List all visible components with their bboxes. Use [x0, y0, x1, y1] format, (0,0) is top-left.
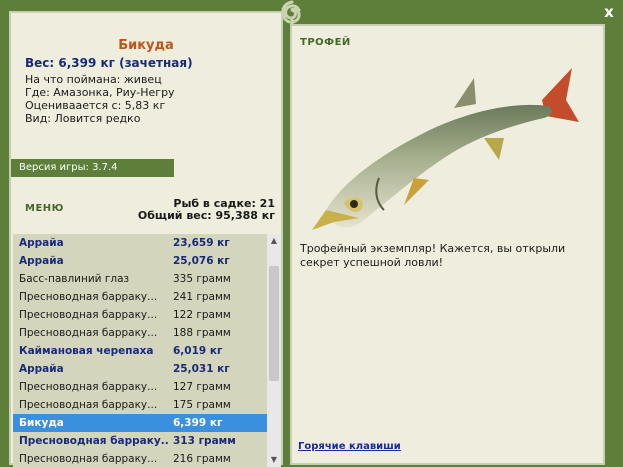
list-item-weight: 23,659 кг — [173, 237, 230, 249]
list-item-weight: 188 грамм — [173, 327, 231, 339]
list-item-name: Пресноводная барраку... — [19, 453, 158, 465]
list-item-weight: 241 грамм — [173, 291, 231, 303]
list-item-weight: 6,399 кг — [173, 417, 223, 429]
list-item[interactable]: Аррайа 25,076 кг — [13, 252, 267, 270]
list-item[interactable]: Аррайа 23,659 кг — [13, 234, 267, 252]
list-item-name: Аррайа — [19, 363, 64, 375]
trophy-description: Трофейный экземпляр! Кажется, вы открыли… — [300, 242, 566, 269]
list-item[interactable]: Пресноводная барраку... 313 грамм — [13, 432, 267, 450]
arrow-up-icon[interactable]: ▲ — [267, 234, 281, 248]
catch-list-scrollbar[interactable]: ▲ ▼ — [267, 234, 281, 467]
trophy-panel: ТРОФЕЙ Трофейный экземпляр! Кажется, вы … — [290, 24, 605, 465]
catch-list[interactable]: Аррайа 23,659 кг Аррайа 25,076 кг Басс-павли… — [13, 234, 267, 467]
list-item-weight: 175 грамм — [173, 399, 231, 411]
list-item[interactable]: Пресноводная барраку... 127 грамм — [13, 378, 267, 396]
list-item-name: Пресноводная барраку... — [19, 435, 169, 447]
hotkeys-link[interactable]: Горячие клавиши — [298, 441, 401, 452]
list-item-name: Пресноводная барраку... — [19, 381, 158, 393]
list-item-name: Пресноводная барраку... — [19, 291, 158, 303]
list-item-name: Бикуда — [19, 417, 64, 429]
list-item-name: Пресноводная барраку... — [19, 399, 158, 411]
scrollbar-thumb[interactable] — [269, 266, 279, 381]
list-item-weight: 25,031 кг — [173, 363, 230, 375]
version-label: Версия игры: 3.7.4 — [11, 159, 174, 177]
list-item[interactable]: Пресноводная барраку... 188 грамм — [13, 324, 267, 342]
fish-image — [312, 68, 579, 230]
trophy-label: ТРОФЕЙ — [300, 37, 351, 48]
fish-info-panel: Бикуда Вес: 6,399 кг (зачетная) На что п… — [9, 11, 283, 467]
menu-button[interactable]: МЕНЮ — [25, 203, 64, 214]
list-item-weight: 216 грамм — [173, 453, 231, 465]
list-item-name: Аррайа — [19, 237, 64, 249]
list-item-name: Пресноводная барраку... — [19, 327, 158, 339]
list-item-weight: 127 грамм — [173, 381, 231, 393]
kind-info: Вид: Ловится редко — [25, 112, 141, 125]
location-info: Где: Амазонка, Риу-Негру — [25, 86, 175, 99]
fish-name: Бикуда — [118, 38, 174, 53]
list-item[interactable]: Басс-павлиний глаз 335 грамм — [13, 270, 267, 288]
list-item-weight: 313 грамм — [173, 435, 236, 447]
bait-info: На что поймана: живец — [25, 73, 162, 86]
list-item[interactable]: Каймановая черепаха 6,019 кг — [13, 342, 267, 360]
fish-weight: Вес: 6,399 кг (зачетная) — [25, 56, 193, 70]
list-item-name: Аррайа — [19, 255, 64, 267]
list-item[interactable]: Бикуда 6,399 кг — [13, 414, 267, 432]
list-item[interactable]: Пресноводная барраку... 175 грамм — [13, 396, 267, 414]
list-item-weight: 6,019 кг — [173, 345, 223, 357]
list-item-weight: 25,076 кг — [173, 255, 230, 267]
list-item[interactable]: Пресноводная барраку... 216 грамм — [13, 450, 267, 467]
list-item-weight: 335 грамм — [173, 273, 231, 285]
list-item-name: Басс-павлиний глаз — [19, 273, 130, 285]
list-item[interactable]: Пресноводная барраку... 122 грамм — [13, 306, 267, 324]
list-item-name: Пресноводная барраку... — [19, 309, 158, 321]
close-icon[interactable]: x — [601, 4, 617, 20]
list-item-weight: 122 грамм — [173, 309, 231, 321]
value-info: Оцениваается с: 5,83 кг — [25, 99, 166, 112]
list-item-name: Каймановая черепаха — [19, 345, 154, 357]
total-weight: Общий вес: 95,388 кг — [137, 209, 275, 222]
list-item[interactable]: Пресноводная барраку... 241 грамм — [13, 288, 267, 306]
list-item[interactable]: Аррайа 25,031 кг — [13, 360, 267, 378]
